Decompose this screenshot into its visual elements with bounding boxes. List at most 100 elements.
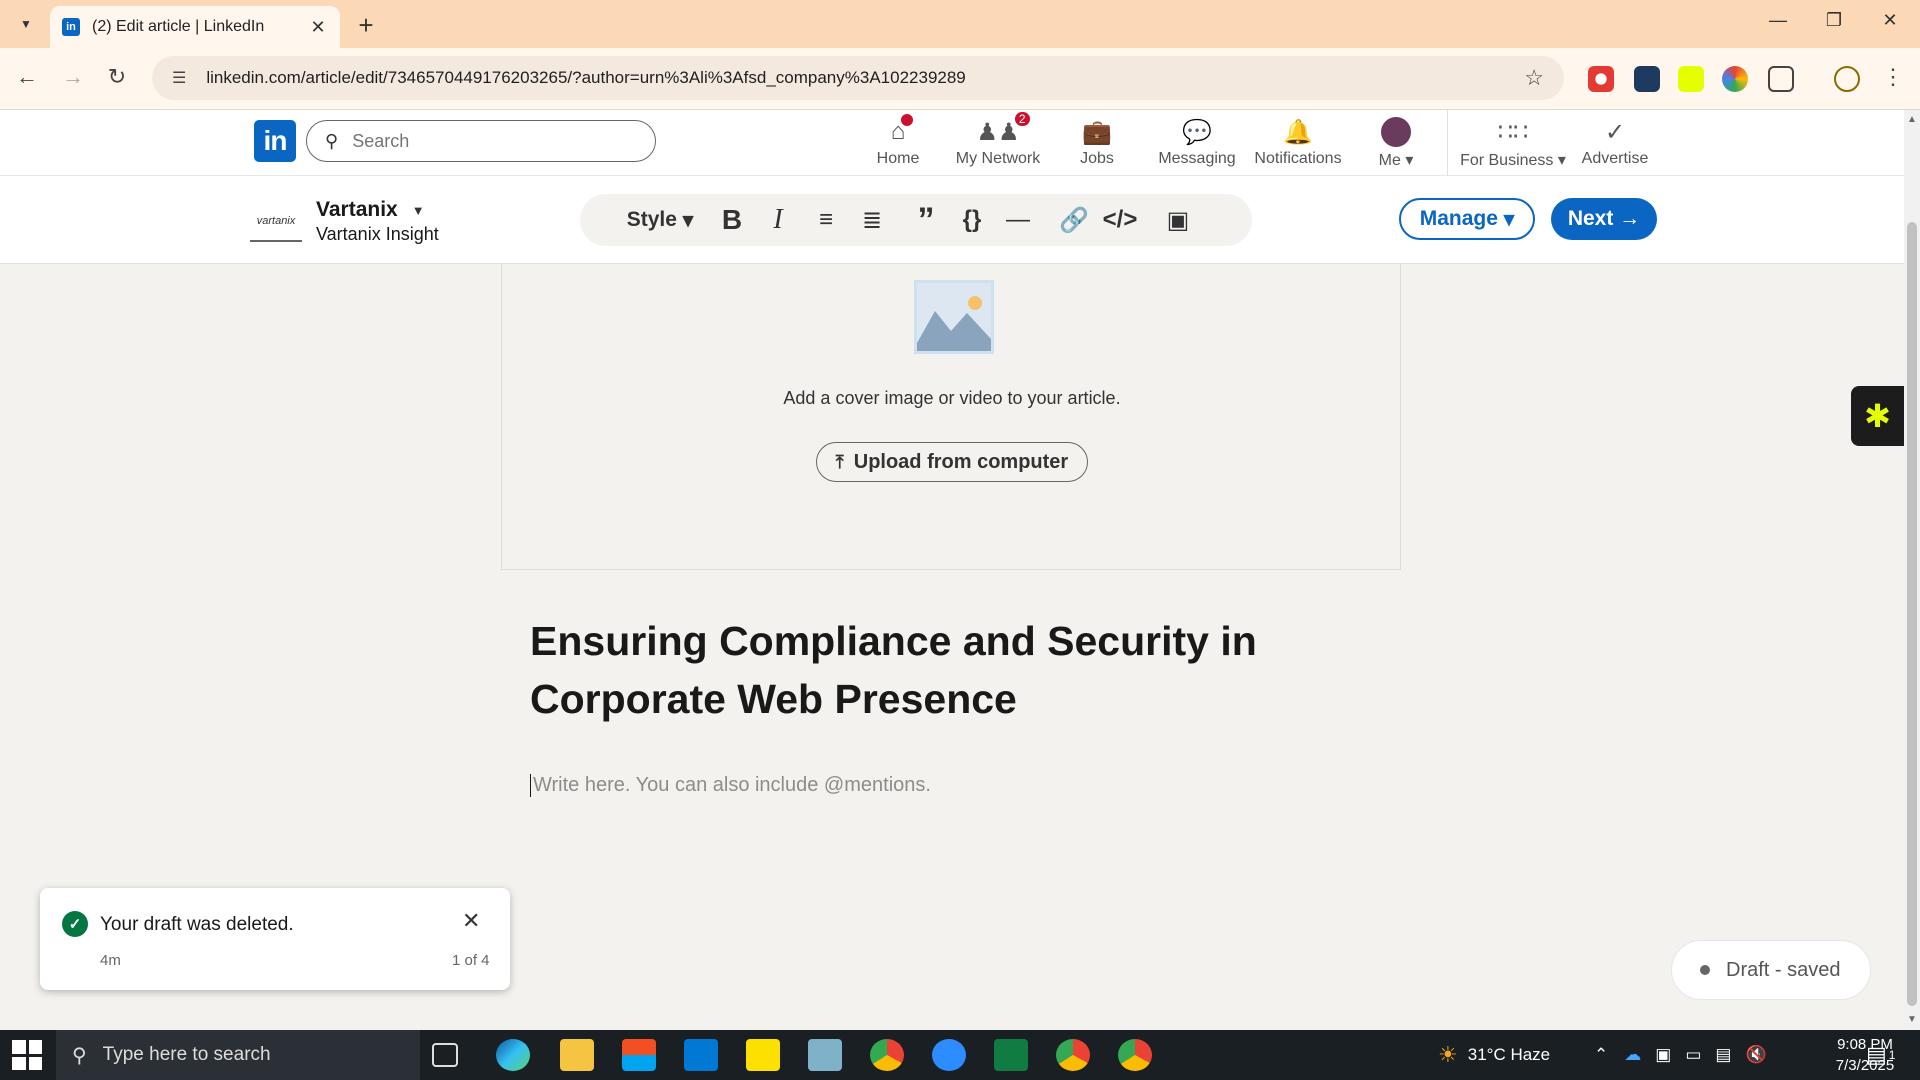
- briefcase-icon: 💼: [1082, 118, 1112, 146]
- task-view-icon[interactable]: [432, 1043, 458, 1067]
- extension-color-icon[interactable]: [1722, 66, 1748, 92]
- edge-browser-icon[interactable]: [496, 1039, 530, 1071]
- nav-notifications-label: Notifications: [1254, 150, 1342, 167]
- nav-notifications[interactable]: 🔔 Notifications: [1243, 116, 1353, 168]
- weather-icon: ☀: [1438, 1042, 1458, 1067]
- nav-home[interactable]: ⌂ Home: [843, 112, 953, 168]
- windows-start-icon[interactable]: [12, 1040, 42, 1070]
- numbered-list-icon[interactable]: ≣: [852, 194, 892, 246]
- bell-icon: 🔔: [1283, 118, 1313, 146]
- article-title[interactable]: Ensuring Compliance and Security in Corp…: [530, 612, 1290, 728]
- linkedin-favicon-icon: in: [62, 18, 80, 36]
- company-logo: vartanix: [250, 202, 302, 242]
- toast-count: 1 of 4: [452, 952, 490, 969]
- zoom-icon[interactable]: [932, 1039, 966, 1071]
- chrome-icon[interactable]: [870, 1039, 904, 1071]
- sticky-notes-icon[interactable]: [746, 1039, 780, 1071]
- extension-spark-icon[interactable]: [1678, 66, 1704, 92]
- site-info-icon[interactable]: ☰: [172, 68, 186, 88]
- link-icon[interactable]: 🔗: [1054, 194, 1094, 246]
- system-clock[interactable]: 9:08 PM 7/3/2025: [1810, 1034, 1920, 1076]
- app-feather-icon[interactable]: [808, 1039, 842, 1071]
- weather-widget[interactable]: ☀ 31°C Haze: [1438, 1030, 1550, 1080]
- address-bar[interactable]: ☰ linkedin.com/article/edit/734657044917…: [152, 56, 1564, 100]
- vertical-scrollbar[interactable]: ▲ ▼: [1904, 110, 1920, 1030]
- style-dropdown[interactable]: Style ▾: [620, 194, 700, 246]
- toast-close-icon[interactable]: ✕: [462, 908, 480, 934]
- bullet-list-icon[interactable]: ≡: [806, 194, 846, 246]
- window-close-icon[interactable]: ✕: [1870, 10, 1910, 31]
- chrome-profile-icon[interactable]: [1056, 1039, 1090, 1071]
- home-notification-dot: [899, 112, 916, 128]
- search-input[interactable]: [352, 130, 603, 152]
- tray-chevron-icon[interactable]: ⌃: [1594, 1045, 1608, 1065]
- tab-search-chevron-icon[interactable]: ▼: [14, 12, 38, 36]
- taskbar-search-icon: ⚲: [72, 1044, 87, 1067]
- scroll-up-icon[interactable]: ▲: [1907, 114, 1917, 125]
- excel-icon[interactable]: [994, 1039, 1028, 1071]
- next-button[interactable]: Next →: [1551, 198, 1657, 240]
- taskbar-search[interactable]: ⚲ Type here to search: [56, 1030, 420, 1080]
- browser-tab[interactable]: in (2) Edit article | LinkedIn ✕: [50, 6, 340, 48]
- reload-icon[interactable]: ↻: [102, 64, 132, 90]
- mail-icon[interactable]: [684, 1039, 718, 1071]
- search-box[interactable]: ⚲: [306, 120, 656, 162]
- new-tab-plus-icon[interactable]: +: [352, 10, 380, 41]
- nav-messaging[interactable]: 💬 Messaging: [1142, 116, 1252, 168]
- extension-folder-icon[interactable]: [1634, 66, 1660, 92]
- profile-icon[interactable]: [1834, 66, 1860, 92]
- nav-jobs[interactable]: 💼 Jobs: [1042, 116, 1152, 168]
- nav-home-label: Home: [876, 150, 920, 167]
- network-tray-icon[interactable]: ▤: [1715, 1045, 1731, 1065]
- browser-menu-icon[interactable]: ⋮: [1878, 64, 1908, 90]
- format-toolbar: Style ▾ B I ≡ ≣ ” {} — 🔗 </> ▣: [580, 194, 1252, 246]
- nav-my-network[interactable]: ♟♟ 2 My Network: [943, 110, 1053, 168]
- battery-icon[interactable]: ▭: [1685, 1045, 1701, 1065]
- nav-advertise[interactable]: ✓ Advertise: [1560, 116, 1670, 168]
- code-block-icon[interactable]: {}: [952, 194, 992, 246]
- back-arrow-icon[interactable]: ←: [12, 64, 42, 90]
- nav-me-label: Me ▾: [1378, 152, 1414, 169]
- author-name: Vartanix: [316, 198, 398, 221]
- store-icon[interactable]: [622, 1039, 656, 1071]
- scrollbar-thumb[interactable]: [1907, 222, 1917, 1006]
- meet-icon[interactable]: ▣: [1655, 1045, 1671, 1065]
- nav-jobs-label: Jobs: [1080, 150, 1114, 167]
- extensions-puzzle-icon[interactable]: [1768, 66, 1794, 92]
- author-selector[interactable]: vartanix Vartanix ▼ Vartanix Insight: [250, 198, 439, 245]
- url-text[interactable]: linkedin.com/article/edit/73465704491762…: [206, 68, 1524, 88]
- image-icon[interactable]: ▣: [1156, 194, 1200, 246]
- notification-center-icon[interactable]: ▤ 1: [1866, 1030, 1895, 1080]
- bold-icon[interactable]: B: [712, 194, 752, 246]
- advertise-icon: ✓: [1604, 118, 1626, 146]
- forward-arrow-icon[interactable]: →: [58, 64, 88, 90]
- italic-icon[interactable]: I: [758, 194, 798, 246]
- divider-icon[interactable]: —: [998, 194, 1038, 246]
- minimize-icon[interactable]: —: [1758, 10, 1798, 31]
- restore-icon[interactable]: ❐: [1814, 10, 1854, 31]
- chrome-active-icon[interactable]: [1118, 1039, 1152, 1071]
- extension-pokeball-icon[interactable]: [1588, 66, 1614, 92]
- search-icon: ⚲: [325, 130, 339, 151]
- article-body-input[interactable]: Write here. You can also include @mentio…: [530, 774, 1290, 797]
- tab-title: (2) Edit article | LinkedIn: [92, 18, 265, 35]
- nav-for-business[interactable]: ∷∷ For Business ▾: [1458, 116, 1568, 170]
- scroll-down-icon[interactable]: ▼: [1907, 1014, 1917, 1025]
- side-assistant-spark-icon[interactable]: ✱: [1851, 386, 1904, 446]
- linkedin-header: in ⚲ ⌂ Home ♟♟2 My Network 💼 Jobs 💬 Mess…: [0, 110, 1904, 176]
- editor-toolbar: vartanix Vartanix ▼ Vartanix Insight Sty…: [0, 176, 1904, 264]
- onedrive-icon[interactable]: ☁: [1624, 1045, 1641, 1065]
- nav-me[interactable]: Me ▾: [1343, 116, 1449, 170]
- tab-close-icon[interactable]: ✕: [308, 17, 328, 38]
- quote-icon[interactable]: ”: [906, 194, 946, 246]
- grid-icon: ∷∷: [1497, 118, 1529, 146]
- file-explorer-icon[interactable]: [560, 1039, 594, 1071]
- embed-icon[interactable]: </>: [1098, 194, 1142, 246]
- volume-mute-icon[interactable]: 🔇: [1745, 1045, 1766, 1065]
- manage-button[interactable]: Manage ▾: [1399, 198, 1535, 240]
- linkedin-logo[interactable]: in: [254, 120, 296, 162]
- bookmark-star-icon[interactable]: ☆: [1524, 65, 1544, 91]
- upload-from-computer-button[interactable]: ⤒ Upload from computer: [816, 442, 1088, 482]
- clock-date: 7/3/2025: [1835, 1057, 1895, 1074]
- author-caret-icon[interactable]: ▼: [412, 203, 425, 218]
